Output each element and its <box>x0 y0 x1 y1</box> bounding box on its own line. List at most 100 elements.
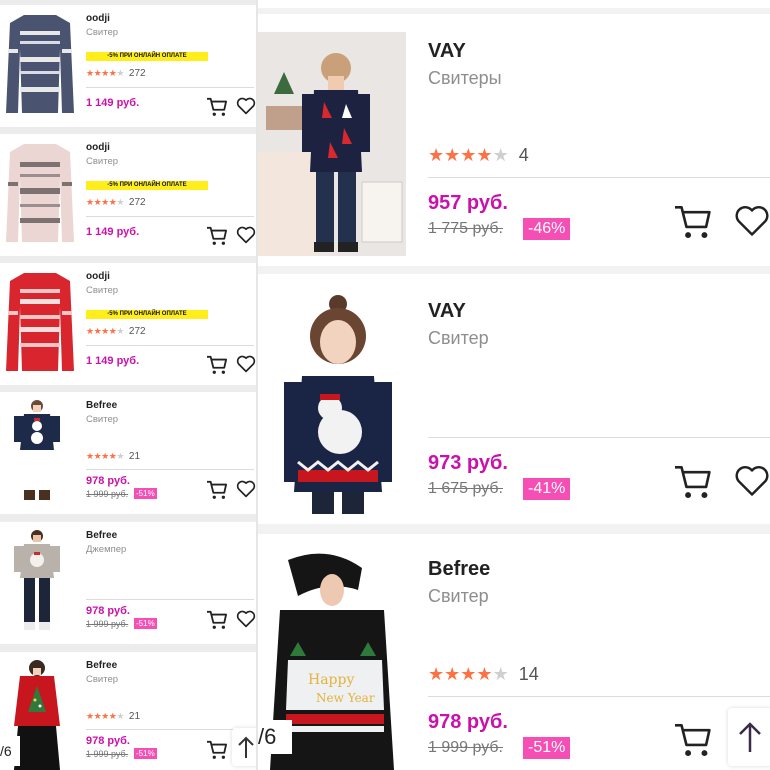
review-count: 14 <box>518 664 539 684</box>
star-icon: ★ <box>93 451 102 461</box>
product-rating: ★ ★ ★ ★ ★ 272 <box>86 68 146 79</box>
product-brand[interactable]: VAY <box>428 300 466 323</box>
discount-badge: -41% <box>523 478 571 500</box>
product-image-sweater-pink[interactable] <box>2 138 78 246</box>
discount-badge: -51% <box>134 748 157 759</box>
product-brand[interactable]: Befree <box>86 400 117 411</box>
product-brand[interactable]: Befree <box>428 558 490 581</box>
discount-badge: -51% <box>134 618 157 629</box>
product-category: Свитер <box>428 586 489 606</box>
cart-icon[interactable] <box>206 226 228 246</box>
heart-icon[interactable] <box>236 97 256 115</box>
product-brand[interactable]: oodji <box>86 142 110 153</box>
product-category: Свитер <box>86 674 119 685</box>
product-image-girl-snowman-sweater[interactable] <box>258 292 414 514</box>
product-brand[interactable]: Befree <box>86 530 117 541</box>
promo-badge: -5% ПРИ ОНЛАЙН ОПЛАТЕ <box>86 181 208 190</box>
top-strip <box>258 0 770 8</box>
heart-icon[interactable] <box>734 464 770 498</box>
svg-text:Happy: Happy <box>308 672 354 688</box>
product-brand[interactable]: VAY <box>428 40 466 63</box>
product-price: 957 руб. <box>428 192 508 214</box>
product-rating: ★ ★ ★ ★ ★ 14 <box>428 664 539 685</box>
product-image-model-navy-sweater[interactable] <box>0 396 74 508</box>
product-image-model-grey-jumper[interactable] <box>0 526 74 638</box>
review-count: 272 <box>128 197 146 208</box>
scroll-up-button[interactable] <box>728 708 770 766</box>
product-rating: ★ ★ ★ ★ ★ 21 <box>86 711 140 722</box>
product-category: Свитер <box>86 285 119 296</box>
review-count: 21 <box>128 451 141 462</box>
heart-icon[interactable] <box>236 355 256 373</box>
product-card[interactable]: Befree Джемпер 978 руб. 1 999 руб. -51% <box>0 522 256 644</box>
cart-icon[interactable] <box>206 740 228 760</box>
cart-icon[interactable] <box>206 97 228 117</box>
product-card[interactable]: VAY Свитеры ★ ★ ★ ★ ★ 4 957 руб. 1 775 руб. … <box>258 14 770 266</box>
star-icon: ★ <box>86 711 94 721</box>
star-icon: ★ <box>116 451 124 461</box>
product-price: 978 руб. <box>86 735 130 747</box>
rating-stars: ★ ★ ★ ★ ★ <box>428 145 509 166</box>
old-price: 1 999 руб. <box>86 489 129 499</box>
scroll-up-button[interactable] <box>232 728 256 766</box>
discount-badge: -51% <box>523 737 571 759</box>
star-icon: ★ <box>116 326 124 336</box>
heart-icon[interactable] <box>236 610 256 628</box>
heart-icon[interactable] <box>734 204 770 238</box>
review-count: 272 <box>128 326 146 337</box>
divider <box>428 437 770 438</box>
star-icon: ★ <box>86 326 94 336</box>
star-icon: ★ <box>460 664 477 684</box>
star-icon: ★ <box>116 68 124 78</box>
product-category: Свитер <box>86 414 119 425</box>
star-icon: ★ <box>492 145 509 165</box>
product-card[interactable]: Befree Свитер ★ ★ ★ ★ ★ 21 978 руб. 1 999 ру… <box>0 652 256 770</box>
product-image-boy-penguin-sweater[interactable] <box>258 32 406 256</box>
discount-badge: -51% <box>134 488 157 499</box>
rating-stars: ★ ★ ★ ★ ★ <box>86 197 124 208</box>
star-icon: ★ <box>93 326 102 336</box>
review-count: 4 <box>518 145 529 165</box>
star-icon: ★ <box>86 68 94 78</box>
heart-icon[interactable] <box>236 480 256 498</box>
product-image-sweater-navy[interactable] <box>2 9 78 117</box>
divider <box>86 345 254 346</box>
star-icon: ★ <box>444 664 461 684</box>
cart-icon[interactable] <box>206 480 228 500</box>
star-icon: ★ <box>444 145 461 165</box>
old-price: 1 999 руб. <box>86 749 129 759</box>
product-image-sweater-red[interactable] <box>2 267 78 375</box>
cart-icon[interactable] <box>206 610 228 630</box>
product-card[interactable]: Befree Свитер ★ ★ ★ ★ ★ 21 978 руб. 1 999 ру… <box>0 392 256 514</box>
divider <box>428 177 770 178</box>
old-price: 1 775 руб. <box>428 220 503 237</box>
star-icon: ★ <box>108 197 117 207</box>
star-icon: ★ <box>116 711 124 721</box>
product-price: 973 руб. <box>428 452 508 474</box>
cart-icon[interactable] <box>206 355 228 375</box>
page-counter: /6 <box>0 736 20 766</box>
product-card[interactable]: Happy New Year Befree Свитер ★ ★ ★ ★ ★ 14 97… <box>258 534 770 770</box>
page-counter: /6 <box>258 720 292 754</box>
product-brand[interactable]: oodji <box>86 271 110 282</box>
cart-icon[interactable] <box>673 204 713 240</box>
product-card[interactable]: oodji Свитер -5% ПРИ ОНЛАЙН ОПЛАТЕ ★ ★ ★ ★ ★… <box>0 134 256 256</box>
star-icon: ★ <box>93 197 102 207</box>
star-icon: ★ <box>101 197 109 207</box>
divider <box>86 729 254 730</box>
promo-badge: -5% ПРИ ОНЛАЙН ОПЛАТЕ <box>86 52 208 61</box>
product-price: 978 руб. <box>428 711 508 733</box>
product-card[interactable]: oodji Свитер -5% ПРИ ОНЛАЙН ОПЛАТЕ ★ ★ ★ ★ ★… <box>0 5 256 127</box>
product-category: Свитер <box>86 156 119 167</box>
cart-icon[interactable] <box>673 464 713 500</box>
heart-icon[interactable] <box>236 226 256 244</box>
cart-icon[interactable] <box>673 722 713 758</box>
product-brand[interactable]: Befree <box>86 660 117 671</box>
star-icon: ★ <box>492 664 509 684</box>
arrow-up-icon <box>238 736 254 758</box>
product-brand[interactable]: oodji <box>86 13 110 24</box>
star-icon: ★ <box>86 197 94 207</box>
product-card[interactable]: VAY Свитер 973 руб. 1 675 руб. -41% <box>258 274 770 524</box>
product-card[interactable]: oodji Свитер -5% ПРИ ОНЛАЙН ОПЛАТЕ ★ ★ ★ ★ ★… <box>0 263 256 385</box>
product-rating: ★ ★ ★ ★ ★ 4 <box>428 145 529 166</box>
